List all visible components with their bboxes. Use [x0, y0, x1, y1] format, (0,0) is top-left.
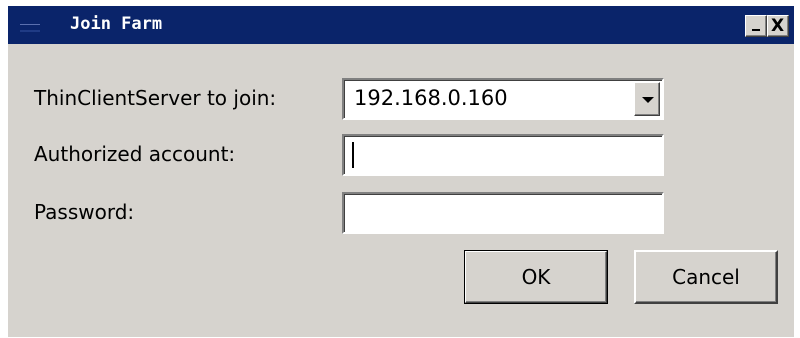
chevron-down-icon	[642, 97, 654, 103]
server-label: ThinClientServer to join:	[34, 86, 277, 110]
window-title: Join Farm	[70, 14, 163, 34]
account-label: Authorized account:	[34, 142, 236, 166]
account-field[interactable]	[342, 134, 664, 176]
server-select-value: 192.168.0.160	[354, 86, 508, 110]
ok-button[interactable]: OK	[464, 250, 608, 304]
minimize-button[interactable]	[745, 15, 767, 37]
minimize-icon	[752, 29, 760, 31]
account-input[interactable]	[348, 138, 656, 170]
password-input[interactable]	[348, 196, 656, 228]
window-menu-icon[interactable]	[20, 24, 40, 32]
close-icon: X	[771, 16, 785, 36]
join-farm-dialog: Join Farm X ThinClientServer to join: 19…	[8, 6, 794, 337]
server-select[interactable]: 192.168.0.160	[342, 78, 664, 120]
title-bar[interactable]: Join Farm X	[8, 6, 794, 44]
password-field[interactable]	[342, 192, 664, 234]
close-button[interactable]: X	[767, 15, 789, 37]
server-dropdown-button[interactable]	[634, 82, 660, 116]
password-label: Password:	[34, 200, 135, 224]
cancel-button[interactable]: Cancel	[634, 250, 778, 304]
